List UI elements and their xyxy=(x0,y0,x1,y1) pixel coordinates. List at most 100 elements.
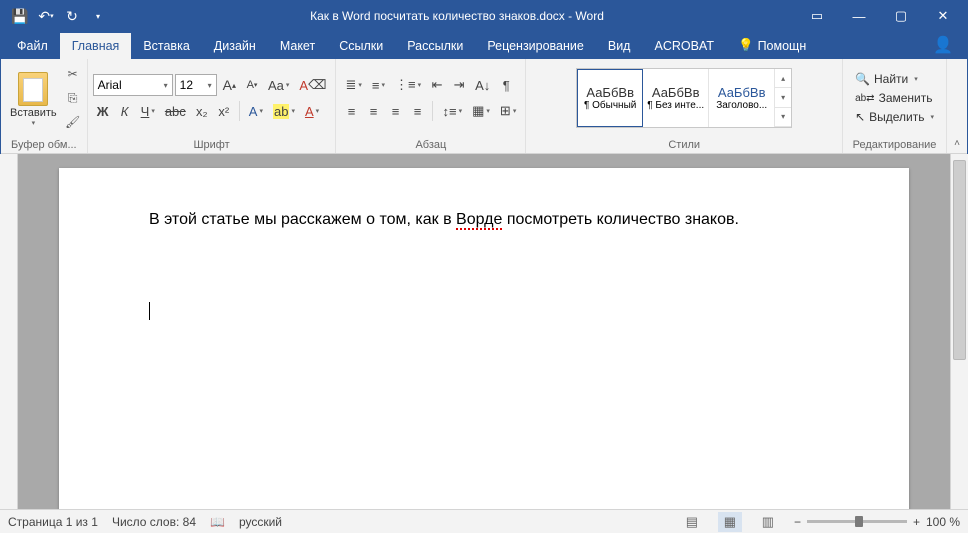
paste-button[interactable]: Вставить ▾ xyxy=(6,70,61,127)
bold-button[interactable]: Ж xyxy=(93,100,113,122)
grow-font-button[interactable]: A▴ xyxy=(219,74,240,96)
redo-button[interactable]: ↻ xyxy=(61,5,83,27)
tab-references[interactable]: Ссылки xyxy=(327,33,395,59)
format-painter-button[interactable]: 🖌 xyxy=(64,113,82,131)
borders-button[interactable]: ⊞▾ xyxy=(496,100,520,122)
spelling-error[interactable]: Ворде xyxy=(456,211,502,230)
scroll-thumb[interactable] xyxy=(953,160,966,360)
group-clipboard: Вставить ▾ ✂ ⎘ 🖌 Буфер обм... xyxy=(1,59,88,153)
group-clipboard-label: Буфер обм... xyxy=(1,137,87,153)
style-heading1[interactable]: АаБбВв Заголово... xyxy=(709,69,775,127)
quick-access-toolbar: 💾 ↶▾ ↻ ▾ xyxy=(1,5,117,27)
read-mode-button[interactable]: ▤ xyxy=(680,512,704,532)
zoom-control: − + 100 % xyxy=(794,515,960,529)
underline-button[interactable]: Ч▾ xyxy=(137,100,159,122)
copy-button[interactable]: ⎘ xyxy=(64,89,82,107)
vertical-scrollbar[interactable] xyxy=(950,154,968,509)
tab-mailings[interactable]: Рассылки xyxy=(395,33,475,59)
ribbon-options-button[interactable]: ▭ xyxy=(797,2,837,30)
group-paragraph: ≣▾ ≡▾ ⋮≡▾ ⇤ ⇥ A↓ ¶ ≡ ≡ ≡ ≡ ↕≡▾ ▦▾ ⊞▾ xyxy=(336,59,526,153)
replace-button[interactable]: ab⇄Заменить xyxy=(852,90,937,106)
tab-acrobat[interactable]: ACROBAT xyxy=(642,33,726,59)
gallery-down-button[interactable]: ▾ xyxy=(775,88,791,107)
find-button[interactable]: 🔍Найти▾ xyxy=(852,71,937,87)
clipboard-icon xyxy=(18,72,48,106)
cursor-icon: ↖ xyxy=(855,110,865,124)
search-icon: 🔍 xyxy=(855,72,870,86)
gallery-up-button[interactable]: ▴ xyxy=(775,69,791,88)
superscript-button[interactable]: x² xyxy=(214,100,234,122)
text-cursor xyxy=(149,302,150,320)
qat-customize[interactable]: ▾ xyxy=(87,5,109,27)
font-color-button[interactable]: A▾ xyxy=(301,100,323,122)
zoom-out-button[interactable]: − xyxy=(794,515,801,529)
word-count[interactable]: Число слов: 84 xyxy=(112,515,196,529)
numbering-button[interactable]: ≡▾ xyxy=(368,74,389,96)
align-left-button[interactable]: ≡ xyxy=(341,100,361,122)
style-normal[interactable]: АаБбВв ¶ Обычный xyxy=(577,69,643,127)
select-button[interactable]: ↖Выделить▾ xyxy=(852,109,937,125)
status-bar: Страница 1 из 1 Число слов: 84 📖 русский… xyxy=(0,509,968,533)
subscript-button[interactable]: x₂ xyxy=(192,100,212,122)
tab-view[interactable]: Вид xyxy=(596,33,643,59)
replace-icon: ab⇄ xyxy=(855,93,875,104)
align-center-button[interactable]: ≡ xyxy=(363,100,383,122)
tab-home[interactable]: Главная xyxy=(60,33,132,59)
zoom-slider[interactable] xyxy=(807,520,907,523)
increase-indent-button[interactable]: ⇥ xyxy=(449,74,469,96)
font-name-dropdown[interactable]: Arial▾ xyxy=(93,74,173,96)
shrink-font-button[interactable]: A▾ xyxy=(242,74,262,96)
page-indicator[interactable]: Страница 1 из 1 xyxy=(8,515,98,529)
line-spacing-button[interactable]: ↕≡▾ xyxy=(438,100,466,122)
print-layout-button[interactable]: ▦ xyxy=(718,512,742,532)
save-button[interactable]: 💾 xyxy=(9,5,31,27)
bullets-button[interactable]: ≣▾ xyxy=(341,74,365,96)
tell-me[interactable]: 💡Помощн xyxy=(726,32,818,59)
strike-button[interactable]: abc xyxy=(161,100,190,122)
vertical-ruler[interactable] xyxy=(0,154,18,509)
italic-button[interactable]: К xyxy=(115,100,135,122)
document-page[interactable]: В этой статье мы расскажем о том, как в … xyxy=(59,168,909,509)
style-nospacing[interactable]: АаБбВв ¶ Без инте... xyxy=(643,69,709,127)
sort-button[interactable]: A↓ xyxy=(471,74,494,96)
language-indicator[interactable]: русский xyxy=(239,515,282,529)
document-text[interactable]: В этой статье мы расскажем о том, как в … xyxy=(149,208,819,232)
proofing-icon[interactable]: 📖 xyxy=(210,515,225,529)
document-title: Как в Word посчитать количество знаков.d… xyxy=(117,9,797,23)
tab-file[interactable]: Файл xyxy=(5,33,60,59)
justify-button[interactable]: ≡ xyxy=(407,100,427,122)
close-button[interactable]: ✕ xyxy=(923,2,963,30)
zoom-thumb[interactable] xyxy=(855,516,863,527)
zoom-level[interactable]: 100 % xyxy=(926,515,960,529)
title-bar: 💾 ↶▾ ↻ ▾ Как в Word посчитать количество… xyxy=(1,1,967,31)
tab-review[interactable]: Рецензирование xyxy=(475,33,596,59)
minimize-button[interactable]: — xyxy=(839,2,879,30)
clear-format-button[interactable]: A⌫ xyxy=(295,74,330,96)
decrease-indent-button[interactable]: ⇤ xyxy=(427,74,447,96)
text-effects-button[interactable]: A▾ xyxy=(245,100,267,122)
align-right-button[interactable]: ≡ xyxy=(385,100,405,122)
group-font: Arial▾ 12▾ A▴ A▾ Aa▾ A⌫ Ж К Ч▾ abc x₂ x²… xyxy=(88,59,337,153)
collapse-ribbon-button[interactable]: ˄ xyxy=(947,59,967,153)
group-font-label: Шрифт xyxy=(88,137,336,153)
gallery-more-button[interactable]: ▾ xyxy=(775,108,791,127)
styles-gallery: АаБбВв ¶ Обычный АаБбВв ¶ Без инте... Аа… xyxy=(576,68,792,128)
group-editing: 🔍Найти▾ ab⇄Заменить ↖Выделить▾ Редактиро… xyxy=(843,59,947,153)
share-button[interactable]: 👤 xyxy=(919,31,967,59)
tab-layout[interactable]: Макет xyxy=(268,33,327,59)
document-area: В этой статье мы расскажем о том, как в … xyxy=(18,154,950,509)
shading-button[interactable]: ▦▾ xyxy=(468,100,494,122)
font-size-dropdown[interactable]: 12▾ xyxy=(175,74,217,96)
zoom-in-button[interactable]: + xyxy=(913,515,920,529)
undo-button[interactable]: ↶▾ xyxy=(35,5,57,27)
show-marks-button[interactable]: ¶ xyxy=(496,74,516,96)
multilevel-button[interactable]: ⋮≡▾ xyxy=(391,74,425,96)
web-layout-button[interactable]: ▥ xyxy=(756,512,780,532)
tab-design[interactable]: Дизайн xyxy=(202,33,268,59)
maximize-button[interactable]: ▢ xyxy=(881,2,921,30)
group-styles-label: Стили xyxy=(526,137,842,153)
tab-insert[interactable]: Вставка xyxy=(131,33,201,59)
cut-button[interactable]: ✂ xyxy=(64,65,82,83)
change-case-button[interactable]: Aa▾ xyxy=(264,74,293,96)
highlight-button[interactable]: ab▾ xyxy=(269,100,299,122)
